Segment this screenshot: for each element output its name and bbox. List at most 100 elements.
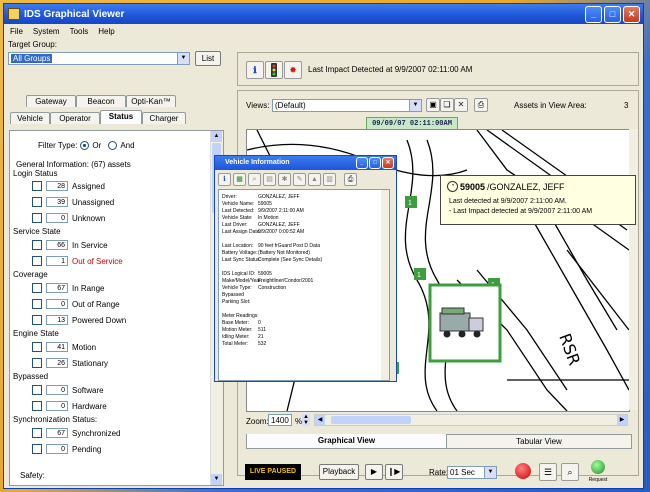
dialog-title-bar: Vehicle Information _ □ ✕	[215, 156, 396, 170]
rate-select[interactable]: 01 Sec ▼	[447, 466, 497, 479]
record-icon[interactable]	[515, 463, 531, 479]
menu-file[interactable]: File	[10, 27, 23, 36]
target-group-select[interactable]: All Groups ▼	[8, 52, 190, 65]
save-icon[interactable]: ▣	[426, 98, 440, 112]
detail-row: Last Detected: 9/9/2007 2:11:00 AM	[222, 208, 304, 214]
list-item: 0 Pending	[32, 443, 101, 455]
checkbox[interactable]	[32, 385, 42, 395]
dialog-minimize-button[interactable]: _	[356, 157, 368, 169]
info-icon[interactable]: ℹ	[246, 61, 264, 79]
dialog-close-button[interactable]: ✕	[382, 157, 394, 169]
tab-opti-kan[interactable]: Opti-Kan™	[126, 95, 176, 107]
checkbox[interactable]	[32, 256, 42, 266]
map-icon[interactable]: ▦	[233, 173, 246, 186]
checkbox[interactable]	[32, 197, 42, 207]
zoom-spinner[interactable]: ▲ ▼	[302, 414, 310, 426]
checkbox[interactable]	[32, 401, 42, 411]
new-view-icon[interactable]: ❏	[440, 98, 454, 112]
detail-row: Idling Meter: 21	[222, 334, 264, 340]
magnifier-icon[interactable]: ⌕	[561, 463, 579, 481]
map-marker[interactable]: 1	[417, 272, 421, 279]
list-view-icon[interactable]: ☰	[539, 463, 557, 481]
warning-icon[interactable]: ▲	[308, 173, 321, 186]
section-service-state: Service State	[13, 227, 61, 236]
menu-tools[interactable]: Tools	[70, 27, 89, 36]
request-button[interactable]: Request	[585, 460, 611, 484]
section-safety: Safety:	[20, 471, 45, 480]
filter-and-label: And	[120, 141, 135, 150]
detail-row: Motion Meter: 511	[222, 327, 266, 333]
app-icon	[8, 8, 20, 20]
list-item: 0 Hardware	[32, 400, 107, 412]
detail-row: Vehicle Type: Construction	[222, 285, 287, 291]
tab-operator[interactable]: Operator	[50, 112, 100, 124]
checkbox[interactable]	[32, 358, 42, 368]
print-icon[interactable]: ⎙	[344, 173, 357, 186]
gear-icon[interactable]: ✱	[278, 173, 291, 186]
checkbox[interactable]	[32, 315, 42, 325]
filter-or-radio[interactable]	[80, 141, 90, 150]
assets-in-view-count: 3	[624, 101, 629, 110]
tooltip-line2: - Last Impact detected at 9/9/2007 2:11:…	[449, 208, 593, 215]
close-button[interactable]: ✕	[623, 6, 640, 23]
details-scrollbar[interactable]	[381, 190, 389, 380]
request-icon	[591, 460, 605, 474]
playback-button[interactable]: Playback	[319, 464, 359, 480]
checkbox[interactable]	[32, 299, 42, 309]
tab-tabular-view[interactable]: Tabular View	[446, 434, 632, 449]
target-group-value: All Groups	[11, 54, 53, 63]
alert-toolbar: ℹ ✸ Last Impact Detected at 9/9/2007 02:…	[237, 52, 639, 86]
tab-gateway[interactable]: Gateway	[26, 95, 76, 107]
zoom-input[interactable]: 1400	[268, 414, 292, 426]
vehicle-tooltip: ◔ 59005/GONZALEZ, JEFF Last detected at …	[440, 175, 636, 225]
list-button[interactable]: List	[195, 51, 221, 66]
target-group-label: Target Group:	[8, 40, 57, 49]
filter-and-radio[interactable]	[108, 141, 118, 150]
search-icon[interactable]: ⌕	[248, 173, 261, 186]
impact-alert-icon[interactable]: ✸	[284, 61, 302, 79]
info-icon[interactable]: ℹ	[218, 173, 231, 186]
chevron-down-icon: ▼	[484, 467, 496, 478]
scroll-down-icon[interactable]: ▼	[211, 474, 222, 485]
list-item: 67 Synchronized	[32, 427, 120, 439]
print-icon[interactable]: ⎙	[474, 98, 488, 112]
tab-graphical-view[interactable]: Graphical View	[246, 434, 447, 449]
scroll-thumb[interactable]	[331, 416, 411, 424]
minimize-button[interactable]: _	[585, 6, 602, 23]
scroll-left-icon[interactable]: ◀	[315, 415, 325, 425]
scroll-right-icon[interactable]: ▶	[617, 415, 627, 425]
status-panel: Filter Type: Or And General Information:…	[9, 130, 224, 486]
map-vscrollbar[interactable]	[629, 129, 638, 410]
tab-vehicle[interactable]: Vehicle	[10, 112, 50, 124]
views-select[interactable]: (Default) ▼	[272, 99, 422, 112]
maximize-button[interactable]: □	[604, 6, 621, 23]
checkbox[interactable]	[32, 213, 42, 223]
checkbox[interactable]	[32, 428, 42, 438]
checkbox[interactable]	[32, 240, 42, 250]
checkbox[interactable]	[32, 342, 42, 352]
tab-charger[interactable]: Charger	[142, 112, 186, 124]
zoom-label: Zoom:	[246, 417, 269, 426]
map-marker[interactable]: 1	[408, 200, 412, 207]
traffic-light-icon[interactable]	[265, 61, 283, 79]
tab-status[interactable]: Status	[100, 110, 142, 124]
tab-beacon[interactable]: Beacon	[76, 95, 126, 107]
step-forward-button[interactable]: ❙▶	[385, 464, 403, 480]
scroll-up-icon[interactable]: ▲	[211, 131, 222, 142]
new-icon[interactable]: ✎	[293, 173, 306, 186]
map-hscrollbar[interactable]: ◀ ▶	[314, 414, 628, 426]
live-paused-indicator: LIVE PAUSED	[245, 464, 301, 480]
checkbox[interactable]	[32, 283, 42, 293]
section-engine-state: Engine State	[13, 329, 59, 338]
lock-icon[interactable]: ▤	[263, 173, 276, 186]
menu-system[interactable]: System	[33, 27, 60, 36]
play-button[interactable]: ▶	[365, 464, 383, 480]
checkbox[interactable]	[32, 181, 42, 191]
chart-icon[interactable]: ▥	[323, 173, 336, 186]
checkbox[interactable]	[32, 444, 42, 454]
delete-icon[interactable]: ✕	[454, 98, 468, 112]
filter-type: Filter Type: Or And	[38, 141, 135, 150]
menu-help[interactable]: Help	[98, 27, 114, 36]
dialog-maximize-button[interactable]: □	[369, 157, 381, 169]
list-item: 66 In Service	[32, 239, 108, 251]
